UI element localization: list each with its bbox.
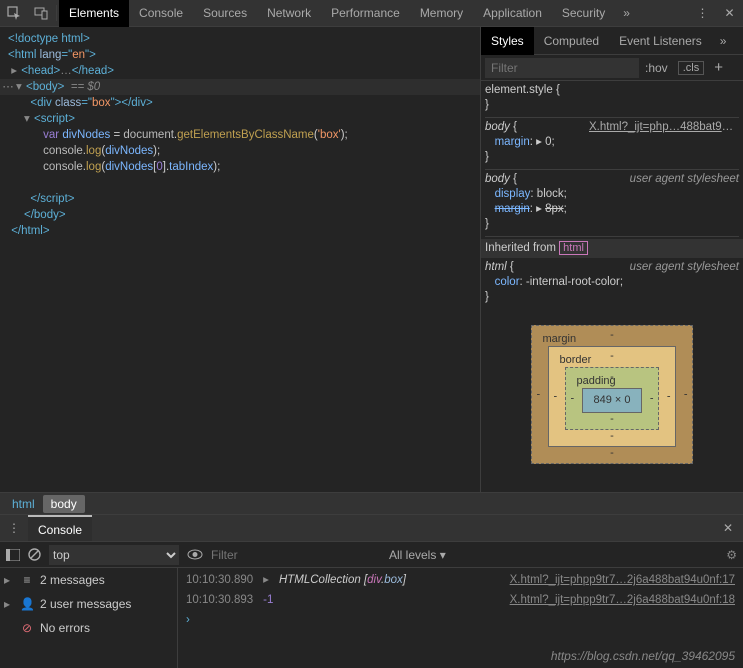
subtab-event-listeners[interactable]: Event Listeners [609, 27, 712, 55]
inherited-from-row: Inherited from html [481, 239, 743, 258]
clear-console-icon[interactable] [28, 548, 41, 561]
tab-performance[interactable]: Performance [321, 0, 410, 27]
drawer-tab-console[interactable]: Console [28, 515, 92, 542]
devtools-top-tabs: Elements Console Sources Network Perform… [0, 0, 743, 27]
device-toggle-icon[interactable] [27, 0, 54, 27]
live-expression-icon[interactable] [187, 549, 203, 560]
tab-security[interactable]: Security [552, 0, 615, 27]
console-settings-icon[interactable]: ⚙ [726, 548, 737, 562]
drawer-tabs: ⋮ Console ✕ [0, 514, 743, 541]
styles-panel: Styles Computed Event Listeners » :hov .… [480, 27, 743, 492]
selected-body-node[interactable]: ⋯▾<body> == $0 [0, 79, 480, 95]
styles-filter-input[interactable] [485, 58, 639, 78]
source-link[interactable]: X.html?_ijt=phpp9tr7…2j6a488bat94u0nf:18 [510, 590, 735, 610]
box-model-diagram[interactable]: margin ---- border ---- padding ---- 849… [485, 311, 739, 474]
user-agent-label: user agent stylesheet [630, 260, 739, 275]
console-body: ▸≡2 messages ▸👤2 user messages ⊘No error… [0, 568, 743, 668]
console-messages[interactable]: 10:10:30.890 ▸ HTMLCollection [div.box] … [178, 568, 743, 668]
close-devtools-icon[interactable]: ✕ [716, 0, 743, 27]
console-filter-input[interactable] [211, 548, 381, 562]
tab-application[interactable]: Application [473, 0, 552, 27]
tab-memory[interactable]: Memory [410, 0, 473, 27]
elements-breadcrumb: html body [0, 492, 743, 514]
console-toolbar: top All levels ▾ ⚙ [0, 541, 743, 568]
tab-elements[interactable]: Elements [59, 0, 129, 27]
tab-console[interactable]: Console [129, 0, 193, 27]
sidebar-toggle-icon[interactable] [6, 549, 20, 561]
doctype-node[interactable]: <!doctype html> [8, 33, 90, 45]
console-message[interactable]: 10:10:30.890 ▸ HTMLCollection [div.box] … [186, 570, 735, 590]
context-selector[interactable]: top [49, 545, 179, 565]
hov-toggle[interactable]: :hov [639, 61, 674, 75]
kebab-menu-icon[interactable]: ⋮ [689, 0, 716, 27]
more-tabs-icon[interactable]: » [615, 6, 638, 20]
close-drawer-icon[interactable]: ✕ [713, 521, 743, 535]
user-agent-label: user agent stylesheet [630, 172, 739, 187]
log-levels-dropdown[interactable]: All levels ▾ [389, 548, 446, 562]
source-link[interactable]: X.html?_ijt=php…488bat94u0nf:7 [589, 120, 739, 135]
watermark: https://blog.csdn.net/qq_39462095 [551, 646, 735, 666]
console-sidebar: ▸≡2 messages ▸👤2 user messages ⊘No error… [0, 568, 178, 668]
subtab-styles[interactable]: Styles [481, 27, 534, 55]
sidebar-user-messages[interactable]: ▸👤2 user messages [0, 592, 177, 616]
source-link[interactable]: X.html?_ijt=phpp9tr7…2j6a488bat94u0nf:17 [510, 570, 735, 590]
console-message[interactable]: 10:10:30.893 -1 X.html?_ijt=phpp9tr7…2j6… [186, 590, 735, 610]
inspect-element-icon[interactable] [0, 0, 27, 27]
cls-toggle[interactable]: .cls [678, 61, 705, 75]
tab-sources[interactable]: Sources [193, 0, 257, 27]
elements-tree[interactable]: <!doctype html> <html lang="en"> ▸<head>… [0, 27, 480, 492]
breadcrumb-body[interactable]: body [43, 495, 85, 513]
box-model-content: 849 × 0 [582, 388, 641, 413]
sidebar-no-errors[interactable]: ⊘No errors [0, 616, 177, 640]
breadcrumb-html[interactable]: html [4, 495, 43, 513]
drawer-menu-icon[interactable]: ⋮ [0, 521, 28, 535]
more-subtabs-icon[interactable]: » [712, 34, 735, 48]
console-prompt-icon[interactable]: › [186, 610, 190, 630]
new-style-rule-icon[interactable]: + [708, 59, 729, 76]
subtab-computed[interactable]: Computed [534, 27, 609, 55]
tab-network[interactable]: Network [257, 0, 321, 27]
sidebar-messages[interactable]: ▸≡2 messages [0, 568, 177, 592]
